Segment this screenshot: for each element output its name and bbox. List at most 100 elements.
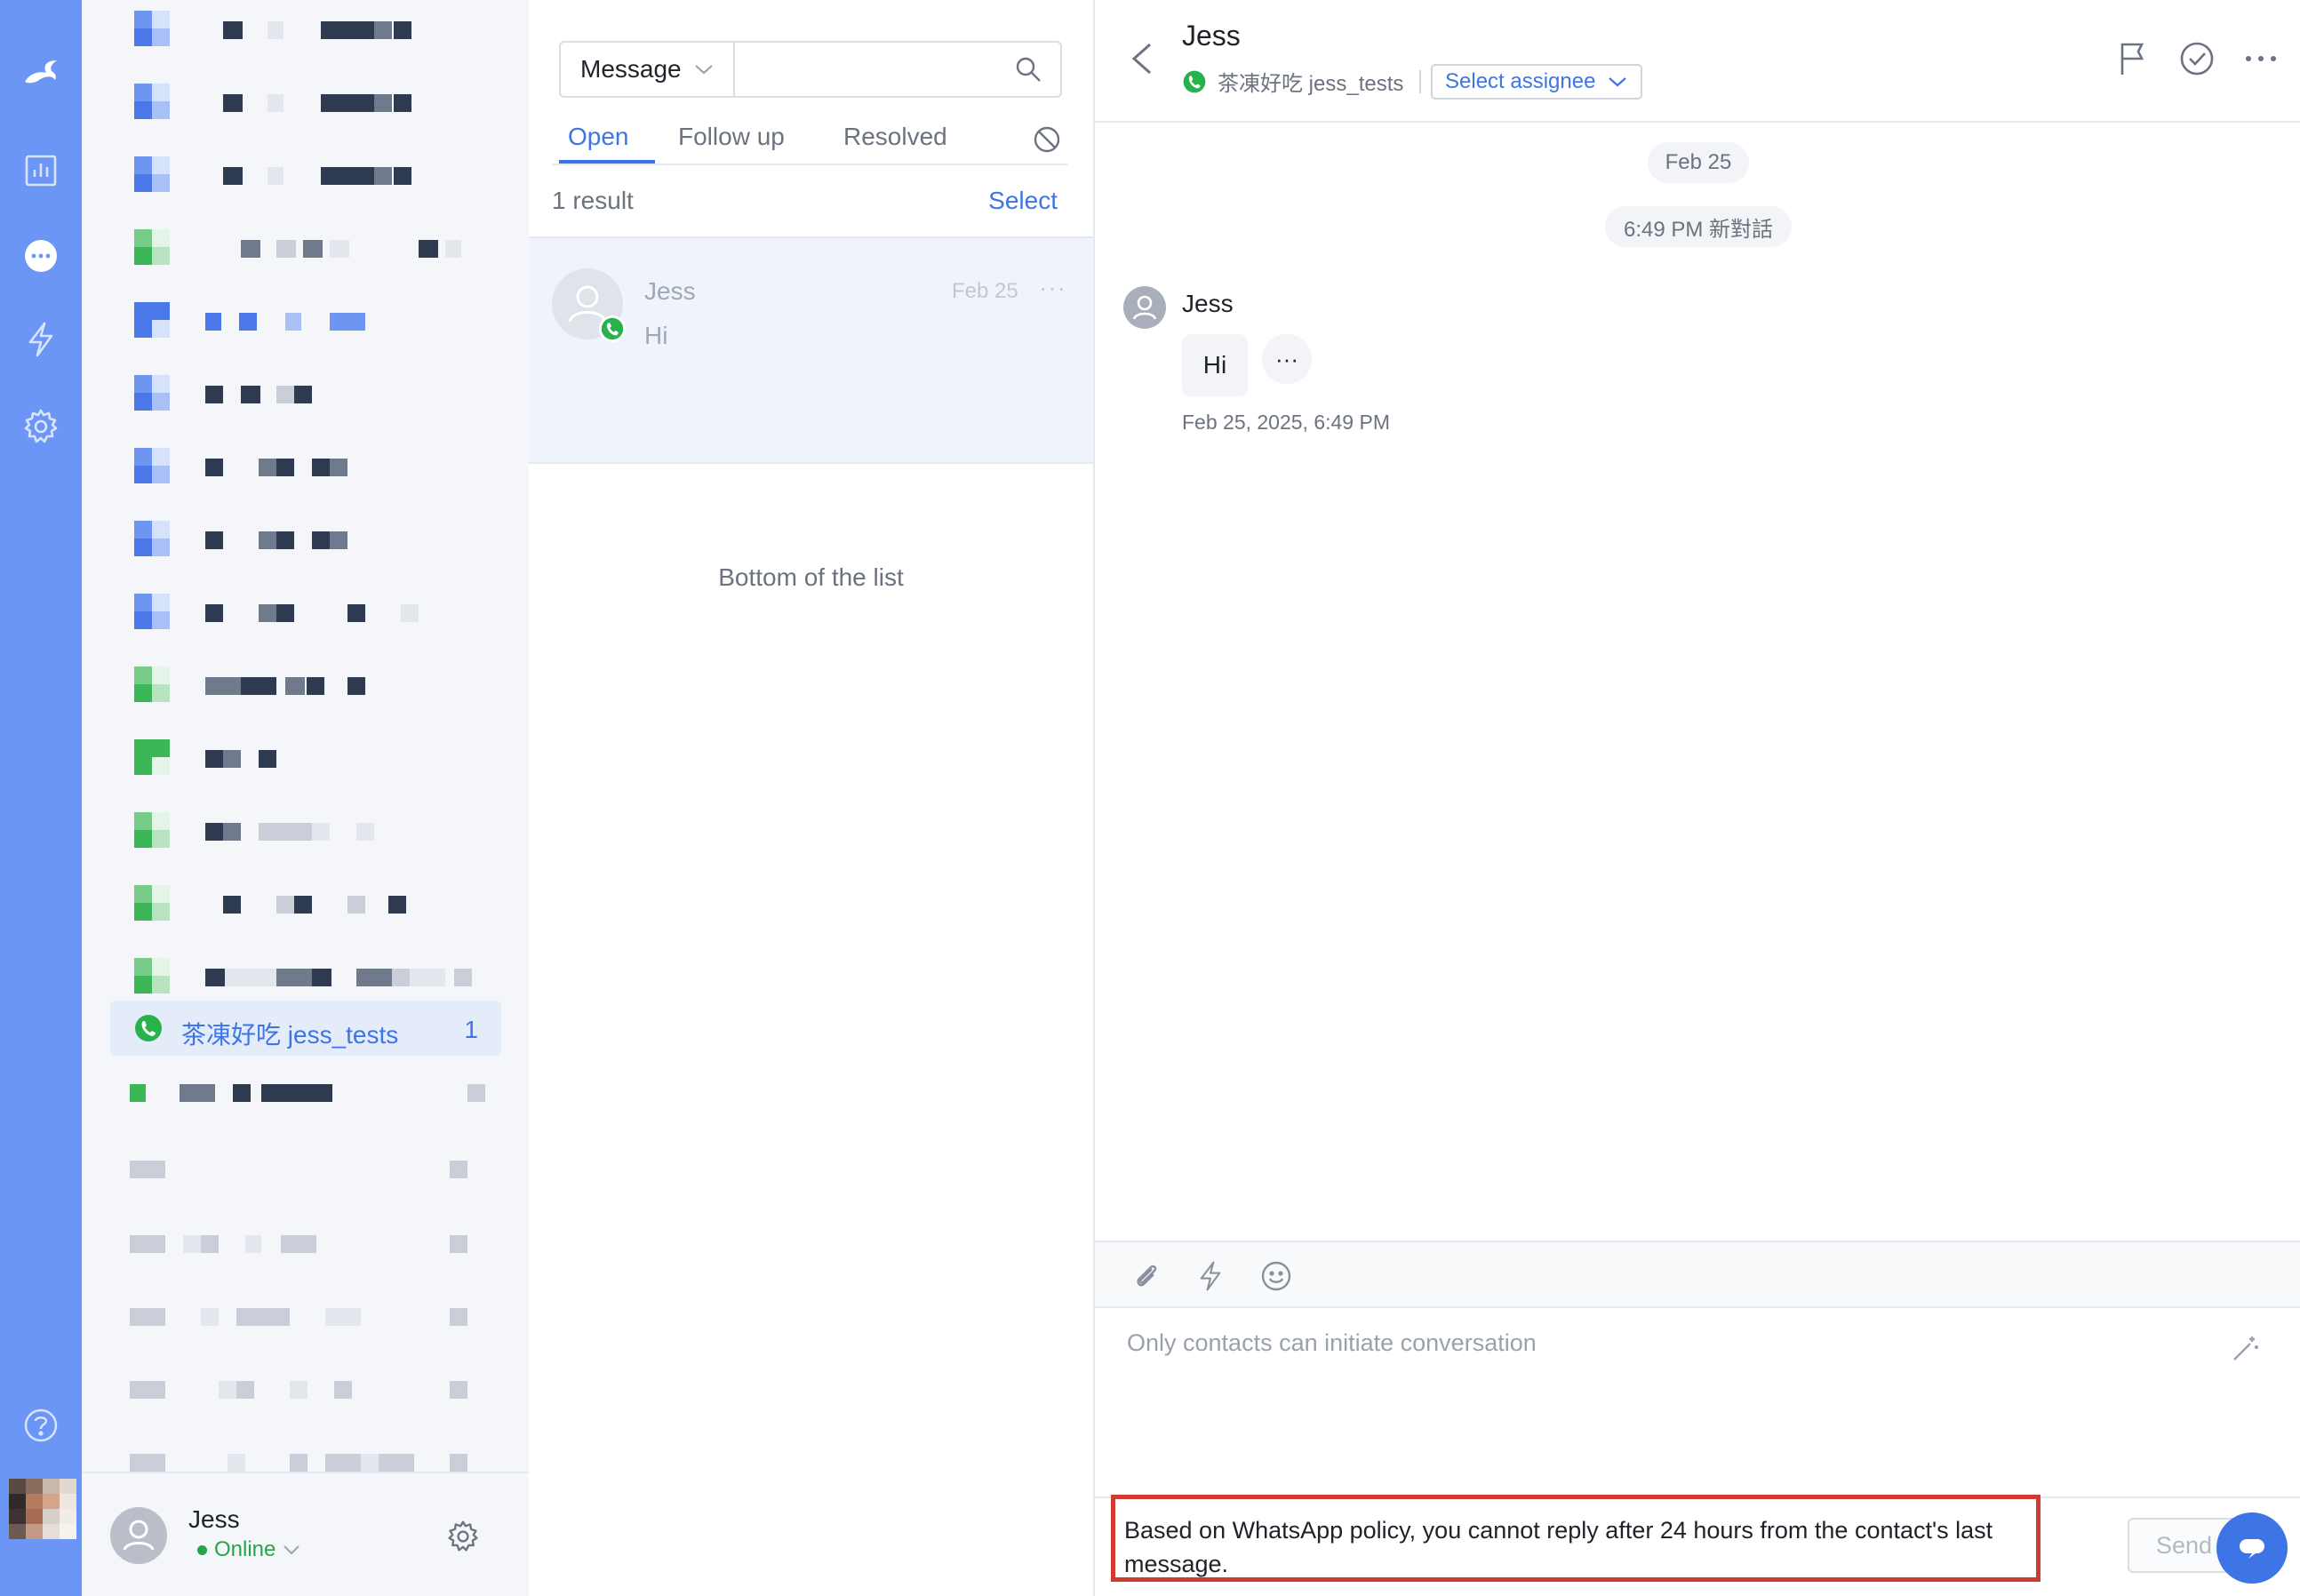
channel-item[interactable] <box>82 1152 529 1207</box>
tab-open[interactable]: Open <box>568 123 629 151</box>
search-icon[interactable] <box>1014 55 1042 84</box>
ai-magic-wand-icon[interactable] <box>2229 1333 2261 1365</box>
automation-bolt-icon[interactable] <box>20 318 62 361</box>
obscured-block <box>130 1235 165 1253</box>
whatsapp-icon <box>135 1015 162 1041</box>
obscured-block <box>361 1454 379 1472</box>
attachment-icon[interactable] <box>1130 1260 1162 1292</box>
channel-item-active[interactable]: 茶凍好吃 jess_tests 1 <box>110 1001 501 1056</box>
message-input[interactable]: Only contacts can initiate conversation <box>1127 1329 1537 1357</box>
obscured-block <box>268 167 284 185</box>
help-icon[interactable] <box>20 1404 62 1447</box>
obscured-block <box>276 969 312 986</box>
obscured-block <box>321 21 374 39</box>
channel-name: 茶凍好吃 jess_tests <box>1218 72 1404 96</box>
obscured-block <box>450 1381 467 1399</box>
channel-item[interactable] <box>82 880 529 935</box>
obscured-block <box>259 677 276 695</box>
obscured-block <box>374 21 392 39</box>
search-input[interactable] <box>739 43 1005 96</box>
chat-header: Jess 茶凍好吃 jess_tests Select assignee <box>1095 0 2300 123</box>
channel-item[interactable] <box>82 1226 529 1281</box>
conversation-more-button[interactable]: ··· <box>1039 274 1066 302</box>
emoji-icon[interactable] <box>1260 1260 1292 1292</box>
user-name: Jess <box>188 1505 240 1533</box>
obscured-block <box>130 1454 165 1472</box>
support-chat-button[interactable] <box>2216 1512 2288 1584</box>
obscured-block <box>223 21 243 39</box>
brand-logo-icon[interactable] <box>20 50 62 92</box>
quick-reply-bolt-icon[interactable] <box>1194 1260 1226 1292</box>
channel-item[interactable] <box>82 515 529 571</box>
obscured-block <box>356 823 374 841</box>
channel-logo <box>134 448 170 483</box>
chat-bubble-icon <box>2240 1539 2264 1559</box>
chat-icon[interactable] <box>20 235 62 277</box>
flag-icon[interactable] <box>2113 39 2152 78</box>
obscured-block <box>388 896 406 914</box>
channel-item[interactable] <box>82 224 529 279</box>
obscured-block <box>394 167 411 185</box>
analytics-icon[interactable] <box>20 149 62 192</box>
assignee-label: Select assignee <box>1445 69 1596 93</box>
obscured-block <box>205 969 225 986</box>
conversation-item[interactable]: Jess Hi Feb 25 ··· <box>529 236 1093 464</box>
obscured-block <box>276 386 294 403</box>
search-type-dropdown[interactable]: Message <box>561 43 735 96</box>
obscured-block <box>268 94 284 112</box>
status-selector[interactable]: Online <box>197 1537 300 1562</box>
channel-item[interactable] <box>82 1075 529 1130</box>
channel-item[interactable] <box>82 297 529 352</box>
channel-item[interactable] <box>82 370 529 425</box>
obscured-block <box>374 94 392 112</box>
resolve-check-icon[interactable] <box>2177 39 2216 78</box>
obscured-block <box>239 313 257 331</box>
select-button[interactable]: Select <box>988 187 1058 215</box>
avatar[interactable] <box>110 1507 167 1564</box>
obscured-block <box>205 604 223 622</box>
channel-logo <box>134 302 170 338</box>
channel-logo <box>134 812 170 848</box>
conversation-contact-name: Jess <box>644 277 696 305</box>
obscured-block <box>205 823 223 841</box>
channel-item[interactable] <box>82 588 529 643</box>
message-more-button[interactable]: ··· <box>1262 334 1312 384</box>
channel-logo <box>134 229 170 265</box>
obscured-block <box>259 604 276 622</box>
whatsapp-icon <box>1183 70 1206 92</box>
obscured-block <box>312 531 330 549</box>
channel-item[interactable] <box>82 151 529 206</box>
obscured-block <box>276 459 294 476</box>
tab-follow-up[interactable]: Follow up <box>678 123 785 151</box>
channel-item[interactable] <box>82 443 529 498</box>
obscured-block <box>330 459 347 476</box>
settings-gear-icon[interactable] <box>20 405 62 448</box>
tab-resolved[interactable]: Resolved <box>843 123 947 151</box>
channel-item[interactable] <box>82 953 529 1008</box>
assignee-dropdown[interactable]: Select assignee <box>1431 64 1642 100</box>
obscured-block <box>261 1084 332 1102</box>
channel-item[interactable] <box>82 5 529 60</box>
channel-logo <box>134 521 170 556</box>
nav-rail <box>0 0 82 1596</box>
conversation-list-panel: Message Open Follow up Resolved 1 result… <box>529 0 1095 1596</box>
obscured-block <box>330 313 365 331</box>
obscured-block <box>236 1381 254 1399</box>
channel-item[interactable] <box>82 1299 529 1354</box>
obscured-block <box>347 677 365 695</box>
user-settings-gear-icon[interactable] <box>446 1520 480 1553</box>
channel-item[interactable] <box>82 661 529 716</box>
channel-sidebar <box>82 0 529 1596</box>
obscured-block <box>259 823 312 841</box>
workspace-avatar[interactable] <box>9 1479 76 1539</box>
more-options-icon[interactable] <box>2241 39 2280 78</box>
channel-item[interactable] <box>82 734 529 789</box>
back-arrow-icon[interactable] <box>1125 39 1161 78</box>
obscured-block <box>223 823 241 841</box>
channel-item[interactable] <box>82 78 529 133</box>
obscured-block <box>321 167 374 185</box>
channel-item[interactable] <box>82 807 529 862</box>
channel-item[interactable] <box>82 1372 529 1427</box>
channel-logo <box>134 11 170 46</box>
tab-blocked-icon[interactable] <box>1032 124 1062 155</box>
